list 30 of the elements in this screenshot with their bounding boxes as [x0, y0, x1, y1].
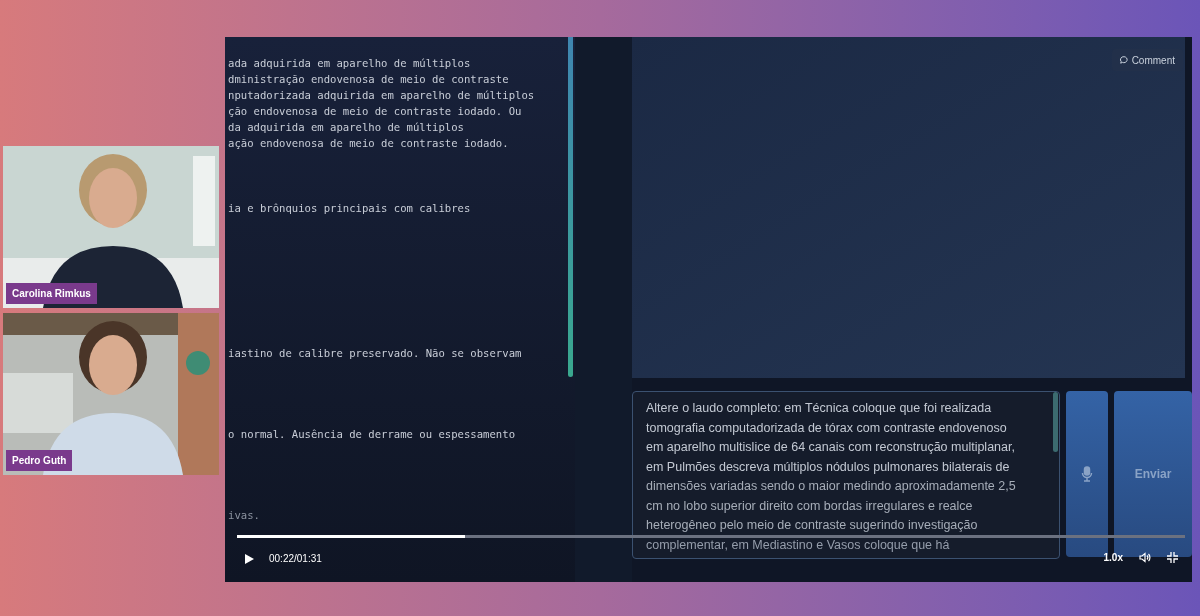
prompt-text-line: Altere o laudo completo: em Técnica coloque que foi realizada: [646, 400, 993, 417]
progress-track[interactable]: [237, 535, 1185, 538]
report-line: iastino de calibre preservado. Não se observam: [228, 346, 523, 361]
scrollbar-thumb[interactable]: [568, 37, 573, 377]
exit-fullscreen-icon[interactable]: [1167, 552, 1178, 563]
report-line: da adquirida em aparelho de múltiplos: [228, 120, 465, 135]
report-line: dministração endovenosa de meio de contraste: [228, 72, 510, 87]
participant-name: Carolina Rimkus: [6, 283, 97, 304]
prompt-text-line: tomografia computadorizada de tórax com contraste endovenoso: [646, 419, 1008, 437]
prompt-field[interactable]: [632, 391, 1060, 559]
prompt-text-line: em Pulmões descreva múltiplos nódulos pulmonares bilaterais de: [646, 458, 1011, 476]
report-line: ia e brônquios principais com calibres: [228, 201, 472, 216]
prompt-text-line: em aparelho multislice de 64 canais com reconstrução multiplanar,: [646, 439, 1016, 456]
report-line: nputadorizada adquirida em aparelho de múltiplos: [228, 88, 536, 103]
prompt-text-line: cm no lobo superior direito com bordas irregulares e realce: [646, 497, 974, 515]
time-display: 00:22/01:31: [269, 552, 322, 566]
play-icon[interactable]: [245, 553, 254, 564]
report-line: ção endovenosa de meio de contraste iodado. Ou: [228, 104, 523, 119]
prompt-text-line: heterogêneo pelo meio de contraste sugerindo investigação: [646, 517, 979, 534]
report-line: ação endovenosa de meio de contraste iodado.: [228, 136, 510, 151]
comment-icon: [1119, 56, 1128, 64]
report-line: o normal. Ausência de derrame ou espessamento: [228, 427, 516, 442]
prompt-text-line: dimensões variadas sendo o maior medindo aproximadamente 2,5: [646, 478, 1017, 495]
microphone-icon: [1081, 466, 1093, 482]
volume-icon[interactable]: [1139, 552, 1151, 563]
report-line: ada adquirida em aparelho de múltiplos: [228, 56, 472, 71]
scrollbar-thumb[interactable]: [1053, 392, 1058, 452]
report-line: ivas.: [228, 508, 261, 523]
prompt-text-line: complementar, em Mediastino e Vasos coloque que há: [646, 536, 951, 554]
participant-name: Pedro Guth: [6, 450, 73, 471]
